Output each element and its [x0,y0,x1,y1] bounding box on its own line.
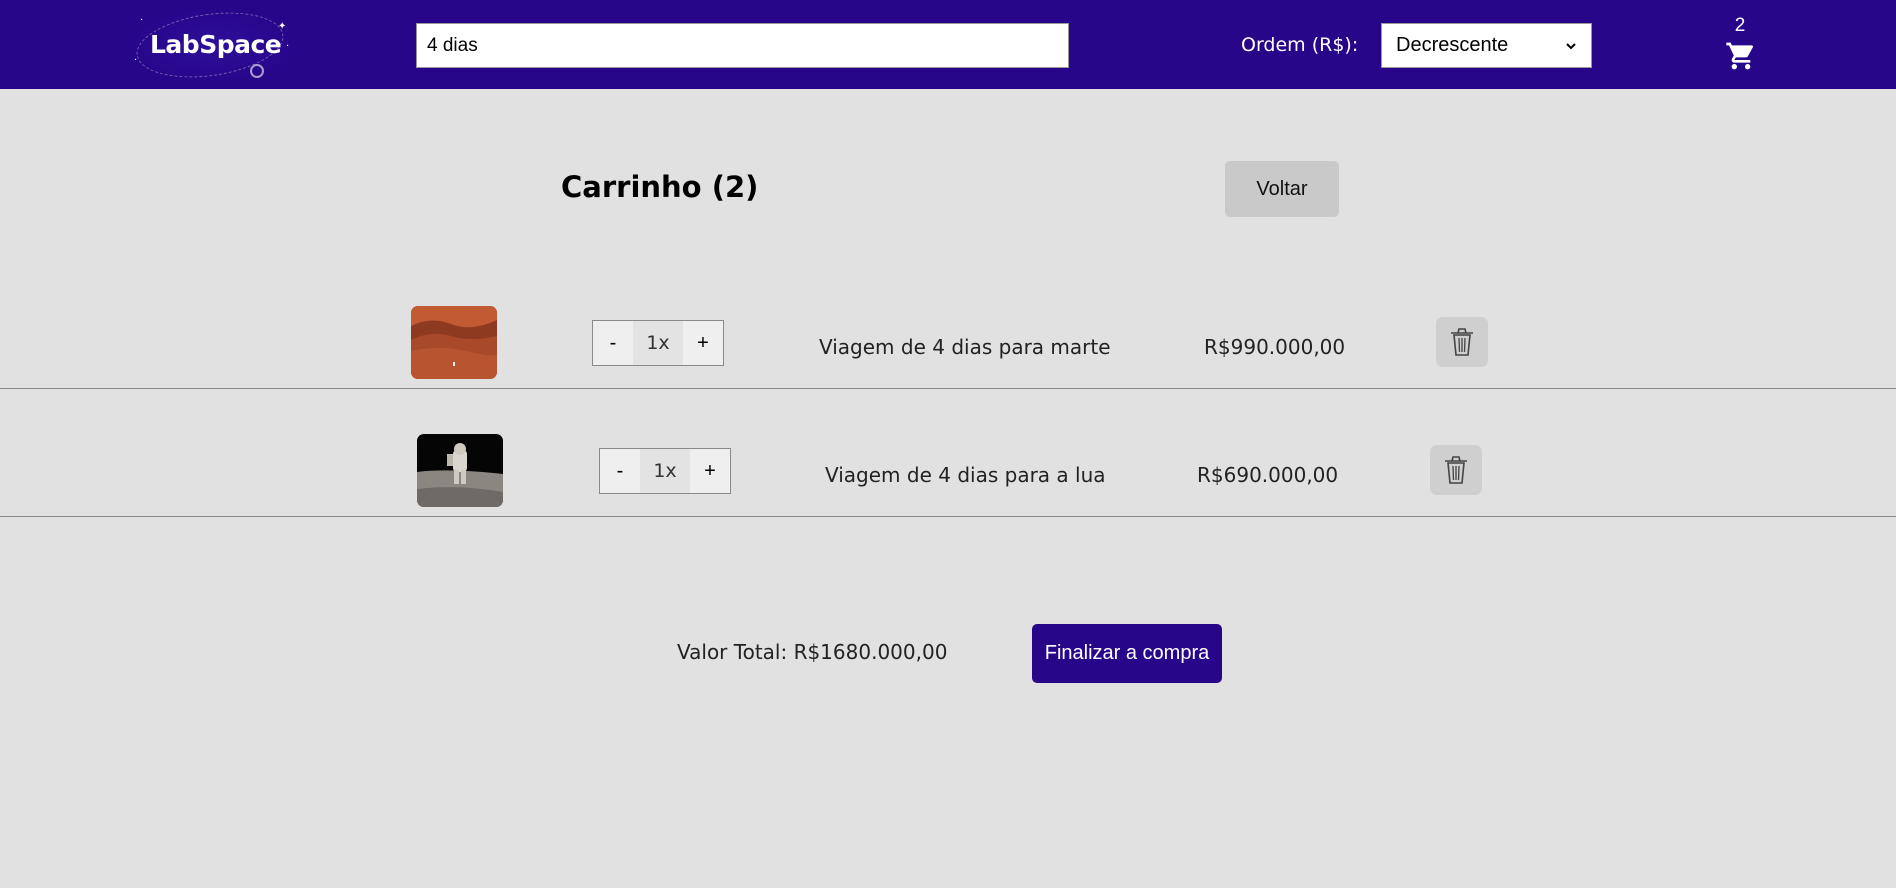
chevron-down-icon [1566,42,1576,49]
cart-icon[interactable] [1725,40,1757,72]
decrease-quantity-button[interactable]: - [600,449,640,493]
moon-astronaut-thumbnail [417,434,503,507]
product-name: Viagem de 4 dias para marte [819,335,1111,359]
product-price: R$990.000,00 [1204,335,1346,359]
cart-count-badge: 2 [1734,15,1746,36]
logo-star: · [286,41,290,52]
cart-item-row: - 1x + Viagem de 4 dias para marte R$990… [0,261,1896,389]
mars-thumbnail [411,306,497,379]
quantity-stepper: - 1x + [592,320,724,366]
quantity-stepper: - 1x + [599,448,731,494]
trash-icon [1451,328,1473,356]
trash-icon [1445,456,1467,484]
order-label: Ordem (R$): [1241,34,1359,56]
logo-star: · [140,15,144,26]
decrease-quantity-button[interactable]: - [593,321,633,365]
order-select[interactable]: Decrescente [1381,23,1592,68]
delete-item-button[interactable] [1430,445,1482,495]
logo-star: · [134,55,138,66]
cart-item-row: - 1x + Viagem de 4 dias para a lua R$690… [0,389,1896,517]
product-price: R$690.000,00 [1197,463,1339,487]
search-input[interactable] [416,23,1069,68]
total-value: Valor Total: R$1680.000,00 [677,640,948,664]
quantity-value: 1x [633,321,683,365]
quantity-value: 1x [640,449,690,493]
labspace-logo[interactable]: · ✦ · · LabSpace [128,4,298,86]
finish-purchase-button[interactable]: Finalizar a compra [1032,624,1222,683]
order-select-value: Decrescente [1396,34,1509,56]
top-header: · ✦ · · LabSpace Ordem (R$): Decrescente… [0,0,1896,89]
page-title: Carrinho (2) [561,170,759,204]
product-name: Viagem de 4 dias para a lua [825,463,1106,487]
increase-quantity-button[interactable]: + [690,449,730,493]
logo-text: LabSpace [150,30,282,59]
logo-sun [250,64,264,78]
increase-quantity-button[interactable]: + [683,321,723,365]
delete-item-button[interactable] [1436,317,1488,367]
back-button[interactable]: Voltar [1225,161,1339,217]
